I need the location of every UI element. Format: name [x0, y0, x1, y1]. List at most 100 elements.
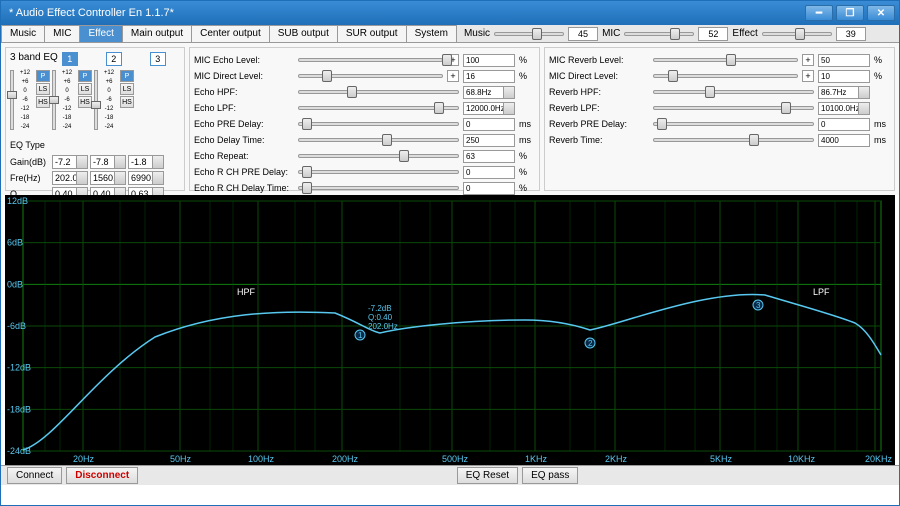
- echo-3-value[interactable]: 12000.0Hz: [463, 102, 515, 115]
- band-2[interactable]: 2: [106, 52, 122, 66]
- echo-1-value[interactable]: 16: [463, 70, 515, 83]
- echo-5-value[interactable]: 250: [463, 134, 515, 147]
- eq-pass-button[interactable]: EQ pass: [522, 467, 578, 484]
- reverb-0-label: MIC Reverb Level:: [549, 55, 649, 65]
- disconnect-button[interactable]: Disconnect: [66, 467, 138, 484]
- tab-effect[interactable]: Effect: [79, 25, 122, 42]
- gain-2-input[interactable]: -7.8: [90, 155, 126, 169]
- fre-2-input[interactable]: 1560.0: [90, 171, 126, 185]
- music-slider[interactable]: [494, 32, 564, 36]
- echo-7-value[interactable]: 0: [463, 166, 515, 179]
- band-2-ls-button[interactable]: LS: [78, 83, 92, 95]
- band-1-p-button[interactable]: P: [36, 70, 50, 82]
- mic-slider[interactable]: [624, 32, 694, 36]
- echo-0-value[interactable]: 100: [463, 54, 515, 67]
- reverb-0-plus[interactable]: +: [802, 54, 814, 66]
- minimize-button[interactable]: ━: [805, 5, 833, 21]
- reverb-1-value[interactable]: 10: [818, 70, 870, 83]
- echo-4-unit: ms: [519, 119, 535, 129]
- tab-sur-output[interactable]: SUR output: [337, 25, 407, 42]
- echo-7-slider[interactable]: [298, 170, 459, 174]
- gain-label: Gain(dB): [10, 157, 50, 167]
- eq-reset-button[interactable]: EQ Reset: [457, 467, 518, 484]
- echo-6-value[interactable]: 63: [463, 150, 515, 163]
- band-2-p-button[interactable]: P: [78, 70, 92, 82]
- echo-4-slider[interactable]: [298, 122, 459, 126]
- echo-5-slider[interactable]: [298, 138, 459, 142]
- band-3-ls-button[interactable]: LS: [120, 83, 134, 95]
- fre-1-input[interactable]: 202.0: [52, 171, 88, 185]
- eq-title: 3 band EQ: [10, 52, 58, 66]
- echo-1-plus[interactable]: +: [447, 70, 459, 82]
- band-1-hs-button[interactable]: HS: [36, 96, 50, 108]
- echo-0-unit: %: [519, 55, 535, 65]
- band-3[interactable]: 3: [150, 52, 166, 66]
- band-3-hs-button[interactable]: HS: [120, 96, 134, 108]
- svg-text:100Hz: 100Hz: [248, 454, 275, 464]
- band-1-slider[interactable]: [10, 70, 14, 130]
- reverb-0-value[interactable]: 50: [818, 54, 870, 67]
- reverb-0-unit: %: [874, 55, 890, 65]
- svg-text:20KHz: 20KHz: [865, 454, 893, 464]
- reverb-3-value[interactable]: 10100.0Hz: [818, 102, 870, 115]
- maximize-button[interactable]: ❐: [836, 5, 864, 21]
- reverb-5-slider[interactable]: [653, 138, 814, 142]
- reverb-2-value[interactable]: 86.7Hz: [818, 86, 870, 99]
- gain-3-input[interactable]: -1.8: [128, 155, 164, 169]
- reverb-1-plus[interactable]: +: [802, 70, 814, 82]
- reverb-4-slider[interactable]: [653, 122, 814, 126]
- echo-7-unit: %: [519, 167, 535, 177]
- echo-2-slider[interactable]: [298, 90, 459, 94]
- svg-text:-24dB: -24dB: [7, 446, 31, 456]
- svg-text:202.0Hz: 202.0Hz: [368, 322, 398, 331]
- reverb-5-value[interactable]: 4000: [818, 134, 870, 147]
- reverb-4-unit: ms: [874, 119, 890, 129]
- music-value[interactable]: 45: [568, 27, 598, 41]
- echo-8-slider[interactable]: [298, 186, 459, 190]
- echo-0-slider[interactable]: [298, 58, 443, 62]
- band-1[interactable]: 1: [62, 52, 78, 66]
- tab-center-output[interactable]: Center output: [191, 25, 270, 42]
- tab-main-output[interactable]: Main output: [122, 25, 192, 42]
- band-1-ls-button[interactable]: LS: [36, 83, 50, 95]
- band-2-slider[interactable]: [52, 70, 56, 130]
- tab-music[interactable]: Music: [1, 25, 45, 42]
- band-3-p-button[interactable]: P: [120, 70, 134, 82]
- echo-7-label: Echo R CH PRE Delay:: [194, 167, 294, 177]
- close-button[interactable]: ✕: [867, 5, 895, 21]
- echo-8-value[interactable]: 0: [463, 182, 515, 195]
- reverb-0-slider[interactable]: [653, 58, 798, 62]
- echo-1-slider[interactable]: [298, 74, 443, 78]
- svg-text:1KHz: 1KHz: [525, 454, 548, 464]
- svg-text:200Hz: 200Hz: [332, 454, 359, 464]
- echo-3-label: Echo LPF:: [194, 103, 294, 113]
- effect-value[interactable]: 39: [836, 27, 866, 41]
- footer: Connect Disconnect EQ Reset EQ pass: [1, 465, 899, 485]
- reverb-4-value[interactable]: 0: [818, 118, 870, 131]
- reverb-1-slider[interactable]: [653, 74, 798, 78]
- tab-sub-output[interactable]: SUB output: [269, 25, 338, 42]
- tab-mic[interactable]: MIC: [44, 25, 80, 42]
- tab-bar: MusicMICEffectMain outputCenter outputSU…: [1, 25, 899, 43]
- fre-3-input[interactable]: 6990.0: [128, 171, 164, 185]
- echo-0-label: MIC Echo Level:: [194, 55, 294, 65]
- band-3-slider[interactable]: [94, 70, 98, 130]
- echo-6-slider[interactable]: [298, 154, 459, 158]
- gain-1-input[interactable]: -7.2: [52, 155, 88, 169]
- echo-3-slider[interactable]: [298, 106, 459, 110]
- connect-button[interactable]: Connect: [7, 467, 62, 484]
- band-2-hs-button[interactable]: HS: [78, 96, 92, 108]
- reverb-2-slider[interactable]: [653, 90, 814, 94]
- echo-2-value[interactable]: 68.8Hz: [463, 86, 515, 99]
- svg-text:3: 3: [756, 301, 761, 310]
- hpf-label: HPF: [237, 287, 256, 297]
- echo-5-label: Echo Delay Time:: [194, 135, 294, 145]
- echo-4-value[interactable]: 0: [463, 118, 515, 131]
- echo-8-unit: %: [519, 183, 535, 193]
- effect-slider[interactable]: [762, 32, 832, 36]
- eq-graph[interactable]: HPF LPF 1-7.2dBQ:0.40202.0Hz23 20Hz50Hz1…: [5, 195, 895, 465]
- tab-system[interactable]: System: [406, 25, 457, 42]
- reverb-3-slider[interactable]: [653, 106, 814, 110]
- mic-value[interactable]: 52: [698, 27, 728, 41]
- eq-type-label: EQ Type: [8, 136, 182, 154]
